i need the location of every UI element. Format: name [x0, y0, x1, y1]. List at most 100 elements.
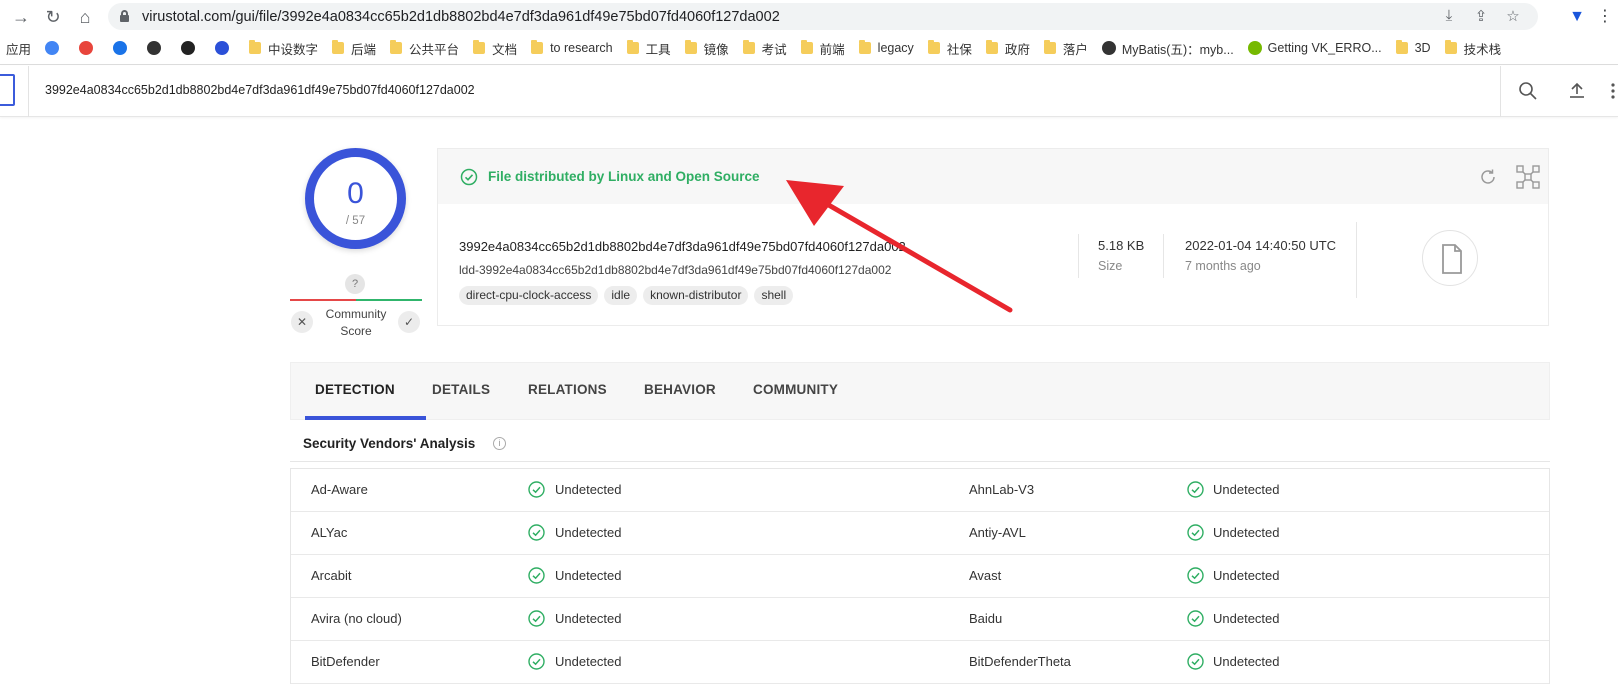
bookmark-label: legacy: [877, 41, 914, 55]
vendor-name: Baidu: [969, 611, 1003, 626]
vendor-status: Undetected: [555, 482, 622, 497]
vote-check-icon[interactable]: ✓: [398, 311, 420, 333]
folder-icon: [531, 40, 544, 54]
file-icon: [1442, 244, 1462, 274]
bookmark-item[interactable]: 应用: [6, 39, 31, 58]
tabs-bar: DETECTION DETAILS RELATIONS BEHAVIOR COMMUNI…: [290, 362, 1550, 420]
vendor-status: Undetected: [1213, 568, 1280, 583]
bookmark-item[interactable]: [181, 41, 201, 55]
bookmark-item[interactable]: 3D: [1395, 40, 1431, 55]
bookmark-label: 3D: [1414, 41, 1431, 55]
tab-community[interactable]: COMMUNITY: [753, 382, 838, 397]
bookmark-item[interactable]: MyBatis(五)：myb...: [1101, 39, 1234, 58]
check-circle-icon: [528, 610, 545, 627]
address-bar[interactable]: virustotal.com/gui/file/3992e4a0834cc65b…: [108, 3, 1538, 30]
install-icon[interactable]: ⤓: [1438, 7, 1460, 25]
folder-icon: [390, 40, 403, 54]
github-icon: [1101, 41, 1116, 55]
bookmark-item[interactable]: legacy: [858, 40, 914, 55]
tab-relations[interactable]: RELATIONS: [528, 382, 607, 397]
vendor-name: Ad-Aware: [311, 482, 368, 497]
bookmark-label: 政府: [1004, 42, 1030, 57]
bookmark-item[interactable]: Getting VK_ERRO...: [1247, 41, 1382, 55]
extension-shield-icon[interactable]: ▼: [1566, 6, 1588, 28]
vendor-status: Undetected: [555, 525, 622, 540]
site-favicon-icon: [147, 41, 162, 55]
vendor-status: Undetected: [1213, 525, 1280, 540]
bookmark-item[interactable]: 公共平台: [390, 39, 459, 58]
table-row: Avira (no cloud) Undetected Baidu Undetecte…: [291, 598, 1549, 641]
vendor-name: Arcabit: [311, 568, 352, 583]
bookmark-item[interactable]: 前端: [800, 39, 845, 58]
detection-total: / 57: [345, 215, 366, 227]
divider: [1163, 234, 1164, 278]
bookmark-item[interactable]: 工具: [626, 39, 671, 58]
check-circle-icon: [528, 653, 545, 670]
check-circle-icon: [460, 168, 478, 186]
extensions-puzzle-icon[interactable]: ⋮: [1594, 6, 1616, 28]
bookmark-label: 工具: [645, 42, 671, 57]
check-circle-icon: [528, 481, 545, 498]
bookmark-label: 技术栈: [1463, 42, 1502, 57]
bookmark-label: 应用: [6, 42, 32, 57]
file-type-badge: [1422, 230, 1478, 286]
search-icon[interactable]: [1518, 81, 1538, 101]
bookmark-item[interactable]: [215, 41, 235, 55]
bookmark-item[interactable]: [79, 41, 99, 55]
vote-harmless-close-icon[interactable]: ✕: [291, 311, 313, 333]
community-score-badge: ?: [345, 274, 365, 294]
forward-icon[interactable]: →: [8, 4, 34, 30]
vendor-status: Undetected: [555, 654, 622, 669]
folder-icon: [927, 40, 940, 54]
bookmark-item[interactable]: 后端: [332, 39, 376, 58]
tab-details[interactable]: DETAILS: [432, 382, 490, 397]
file-tag[interactable]: known-distributor: [643, 286, 749, 305]
bookmark-item[interactable]: to research: [531, 40, 613, 55]
lock-icon: [120, 10, 129, 22]
vt-search-input[interactable]: 3992e4a0834cc65b2d1db8802bd4e7df3da961df…: [45, 83, 475, 97]
bookmark-star-icon[interactable]: ☆: [1502, 7, 1524, 25]
vt-menu-toggle[interactable]: [0, 74, 15, 106]
divider: [28, 66, 29, 117]
check-circle-icon: [1187, 653, 1204, 670]
bookmarks-bar: 应用 中设数字 后端 公共平台 文档 to research 工具 镜像 考试 前端 legacy 社…: [0, 36, 1618, 60]
bookmark-item[interactable]: [113, 41, 133, 55]
vendor-name: BitDefender: [311, 654, 380, 669]
share-icon[interactable]: ⇪: [1470, 7, 1492, 25]
upload-icon[interactable]: [1567, 80, 1587, 100]
check-circle-icon: [1187, 610, 1204, 627]
reload-icon[interactable]: ↻: [40, 4, 66, 30]
home-icon[interactable]: ⌂: [72, 4, 98, 30]
site-favicon-icon: [181, 41, 196, 55]
bookmark-item[interactable]: [45, 41, 65, 55]
table-row: Arcabit Undetected Avast Undetected: [291, 555, 1549, 598]
divider: [1356, 222, 1357, 298]
bookmark-item[interactable]: 中设数字: [249, 39, 318, 58]
file-size-value: 5.18 KB: [1098, 238, 1145, 253]
info-icon[interactable]: i: [493, 437, 506, 450]
tab-behavior[interactable]: BEHAVIOR: [644, 382, 716, 397]
bookmark-label: MyBatis(五)：myb...: [1121, 42, 1234, 57]
divider: [290, 461, 1550, 462]
graph-view-icon[interactable]: [1516, 165, 1540, 189]
file-tag[interactable]: idle: [604, 286, 638, 305]
bookmark-item[interactable]: 政府: [985, 39, 1030, 58]
bookmark-item[interactable]: [147, 41, 167, 55]
divider: [1078, 234, 1079, 278]
bookmark-item[interactable]: 考试: [742, 39, 787, 58]
community-score-label: Community Score: [325, 307, 387, 338]
bookmark-label: to research: [550, 41, 613, 55]
bookmark-item[interactable]: 文档: [473, 39, 517, 58]
vendor-name: ALYac: [311, 525, 348, 540]
bookmark-item[interactable]: 技术栈: [1444, 39, 1502, 58]
more-vert-icon[interactable]: [1610, 82, 1616, 100]
address-url[interactable]: virustotal.com/gui/file/3992e4a0834cc65b…: [142, 9, 780, 25]
file-tag[interactable]: direct-cpu-clock-access: [459, 286, 599, 305]
bookmark-item[interactable]: 镜像: [684, 39, 729, 58]
reanalyze-icon[interactable]: [1478, 167, 1498, 187]
bookmark-item[interactable]: 落户: [1043, 39, 1088, 58]
active-tab-indicator: [305, 416, 426, 420]
bookmark-item[interactable]: 社保: [927, 39, 972, 58]
vendor-name: Antiy-AVL: [969, 525, 1026, 540]
tab-detection[interactable]: DETECTION: [315, 382, 395, 397]
